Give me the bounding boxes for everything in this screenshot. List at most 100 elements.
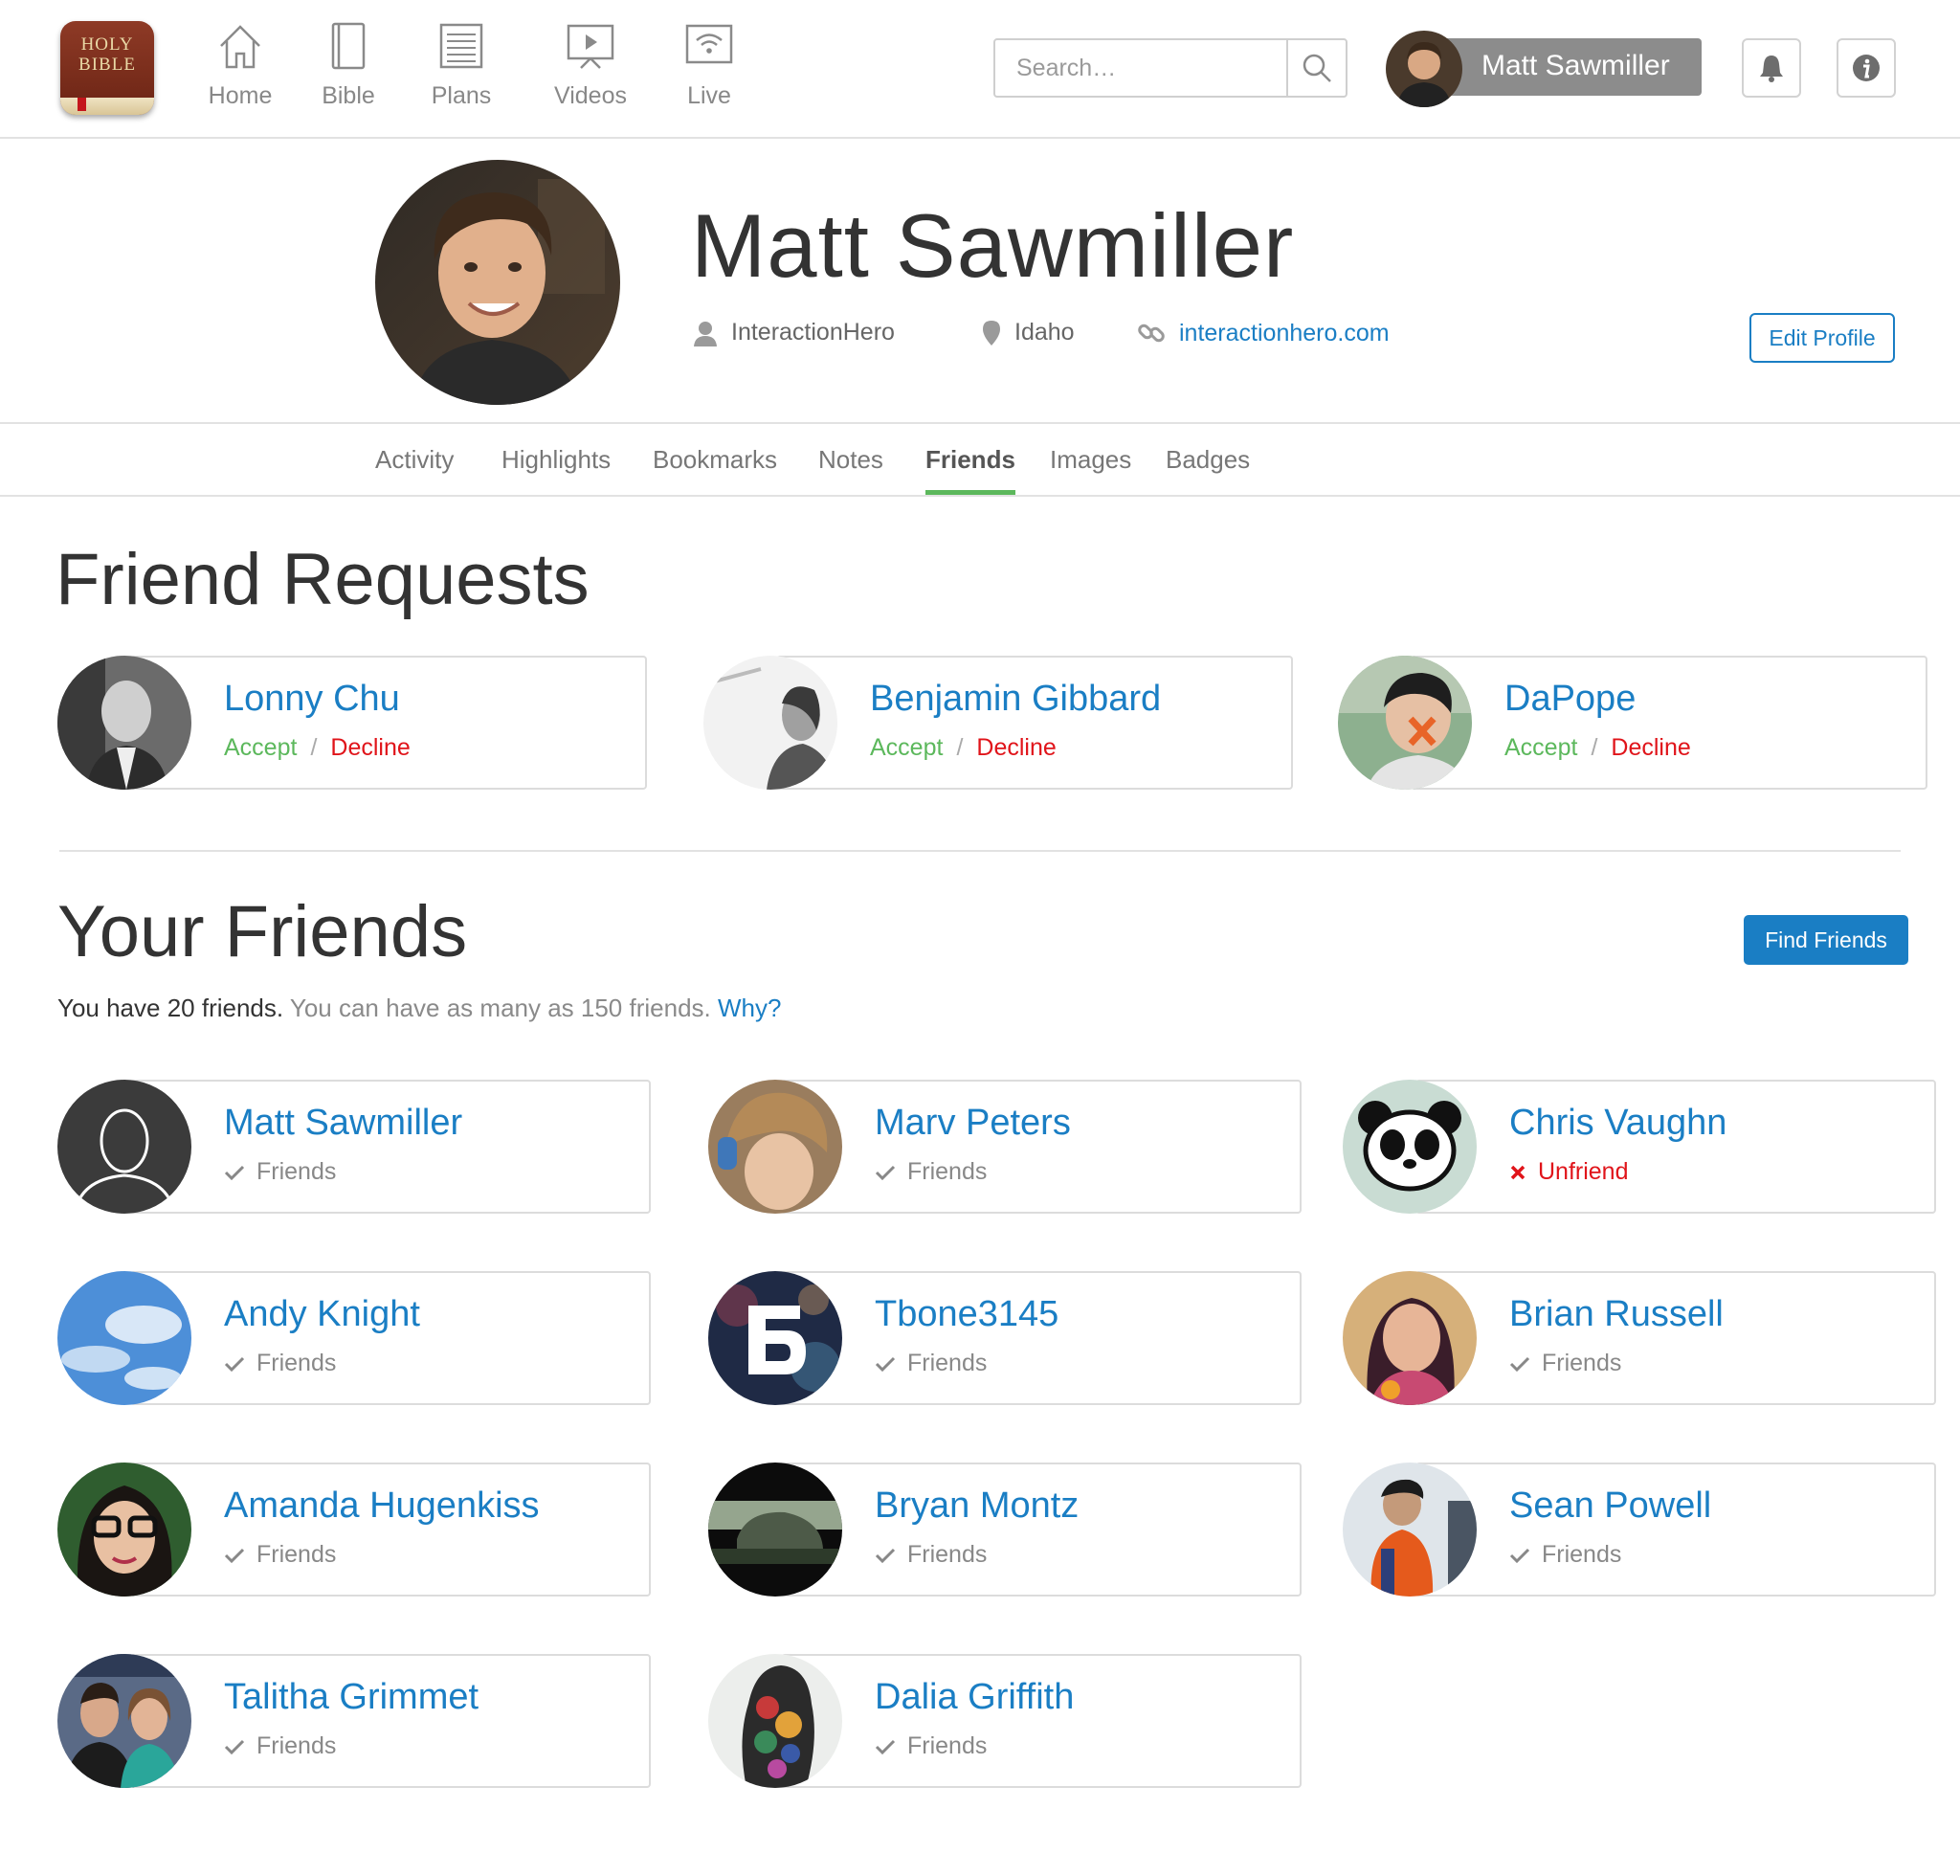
accept-button[interactable]: Accept [1504,734,1577,762]
friends-status: Friends [1509,1541,1621,1569]
friends-status: Friends [224,1732,336,1760]
decline-button[interactable]: Decline [330,734,410,762]
videos-icon [567,24,614,69]
plans-icon [439,23,483,69]
friend-name-link[interactable]: Matt Sawmiller [224,1103,462,1144]
tab-friends[interactable]: Friends [925,445,1015,495]
friends-status: Friends [224,1158,336,1186]
tab-bookmarks[interactable]: Bookmarks [653,445,777,490]
friends-status: Friends [1509,1350,1621,1377]
checkmark-icon [224,1165,245,1180]
unfriend-button[interactable]: Unfriend [1509,1158,1629,1186]
friend-card: Andy Knight Friends [57,1271,651,1405]
location-pin-icon [983,320,1000,346]
close-icon [1510,1165,1526,1179]
friends-status: Friends [875,1732,987,1760]
accept-button[interactable]: Accept [870,734,943,762]
friend-request-card: Benjamin Gibbard Accept / Decline [703,656,1293,790]
friend-name-link[interactable]: DaPope [1504,679,1636,720]
profile-website-link[interactable]: interactionhero.com [1179,320,1390,347]
friend-card: Brian Russell Friends [1343,1271,1936,1405]
top-navigation-bar: HOLY BIBLE Home Bible Plans Videos Live … [0,0,1960,139]
friend-name-link[interactable]: Andy Knight [224,1294,420,1335]
friends-status: Friends [875,1158,987,1186]
bible-icon [331,22,366,70]
checkmark-icon [875,1165,896,1180]
friend-request-card: Lonny Chu Accept / Decline [57,656,647,790]
profile-username: InteractionHero [693,319,895,346]
find-friends-button[interactable]: Find Friends [1744,915,1908,965]
tab-activity[interactable]: Activity [375,445,454,490]
avatar [1343,1271,1477,1405]
profile-location: Idaho [982,319,1075,346]
friend-card: Dalia Griffith Friends [708,1654,1302,1788]
logo-text-line2: BIBLE [78,55,136,75]
avatar [708,1271,842,1405]
friend-name-link[interactable]: Amanda Hugenkiss [224,1485,540,1527]
checkmark-icon [1509,1356,1530,1372]
nav-home-label: Home [208,82,273,109]
nav-bible[interactable]: Bible [296,21,401,110]
avatar [57,1654,191,1788]
tab-highlights[interactable]: Highlights [501,445,611,490]
nav-plans[interactable]: Plans [409,21,514,110]
user-icon [694,321,717,346]
friend-card: Sean Powell Friends [1343,1463,1936,1597]
nav-live[interactable]: Live [657,21,762,110]
friend-name-link[interactable]: Tbone3145 [875,1294,1058,1335]
checkmark-icon [875,1739,896,1754]
search-input[interactable] [995,40,1287,96]
nav-videos[interactable]: Videos [538,21,643,110]
friend-name-link[interactable]: Dalia Griffith [875,1677,1074,1718]
checkmark-icon [224,1356,245,1372]
search-button[interactable] [1286,40,1346,96]
nav-videos-label: Videos [554,82,627,109]
tab-notes[interactable]: Notes [818,445,883,490]
friend-name-link[interactable]: Chris Vaughn [1509,1103,1726,1144]
avatar [57,1463,191,1597]
nav-live-label: Live [687,82,731,109]
friend-name-link[interactable]: Sean Powell [1509,1485,1711,1527]
tab-badges[interactable]: Badges [1166,445,1250,490]
notifications-button[interactable] [1742,38,1801,98]
decline-button[interactable]: Decline [976,734,1056,762]
logo-text-line1: HOLY [80,34,134,55]
avatar [57,1271,191,1405]
profile-name: Matt Sawmiller [691,195,1295,296]
friend-name-link[interactable]: Bryan Montz [875,1485,1079,1527]
nav-bible-label: Bible [322,82,375,109]
avatar [708,1080,842,1214]
friend-request-card: DaPope Accept / Decline [1338,656,1927,790]
friend-name-link[interactable]: Benjamin Gibbard [870,679,1161,720]
avatar [1338,656,1472,790]
friend-name-link[interactable]: Brian Russell [1509,1294,1724,1335]
accept-button[interactable]: Accept [224,734,297,762]
profile-website[interactable]: interactionhero.com [1137,319,1390,347]
info-button[interactable] [1837,38,1896,98]
edit-profile-button[interactable]: Edit Profile [1749,313,1895,363]
link-icon [1138,324,1165,343]
friends-count-text: You have 20 friends. [57,994,284,1022]
user-avatar [1386,31,1462,107]
bell-icon [1760,56,1783,82]
profile-header: Matt Sawmiller InteractionHero Idaho int… [0,139,1960,424]
avatar [57,656,191,790]
friends-limit-text: You can have as many as 150 friends. [289,994,711,1022]
why-link[interactable]: Why? [718,994,781,1022]
friend-name-link[interactable]: Marv Peters [875,1103,1071,1144]
default-avatar-icon [57,1080,191,1214]
friend-name-link[interactable]: Lonny Chu [224,679,400,720]
friends-status: Friends [875,1350,987,1377]
holy-bible-app-logo[interactable]: HOLY BIBLE [60,21,154,115]
nav-home[interactable]: Home [188,21,293,110]
checkmark-icon [1509,1548,1530,1563]
friend-name-link[interactable]: Talitha Grimmet [224,1677,479,1718]
friend-card: Bryan Montz Friends [708,1463,1302,1597]
info-icon [1853,55,1880,81]
avatar [703,656,837,790]
checkmark-icon [875,1356,896,1372]
friend-card: Tbone3145 Friends [708,1271,1302,1405]
home-icon [220,25,260,69]
tab-images[interactable]: Images [1050,445,1131,490]
decline-button[interactable]: Decline [1611,734,1690,762]
